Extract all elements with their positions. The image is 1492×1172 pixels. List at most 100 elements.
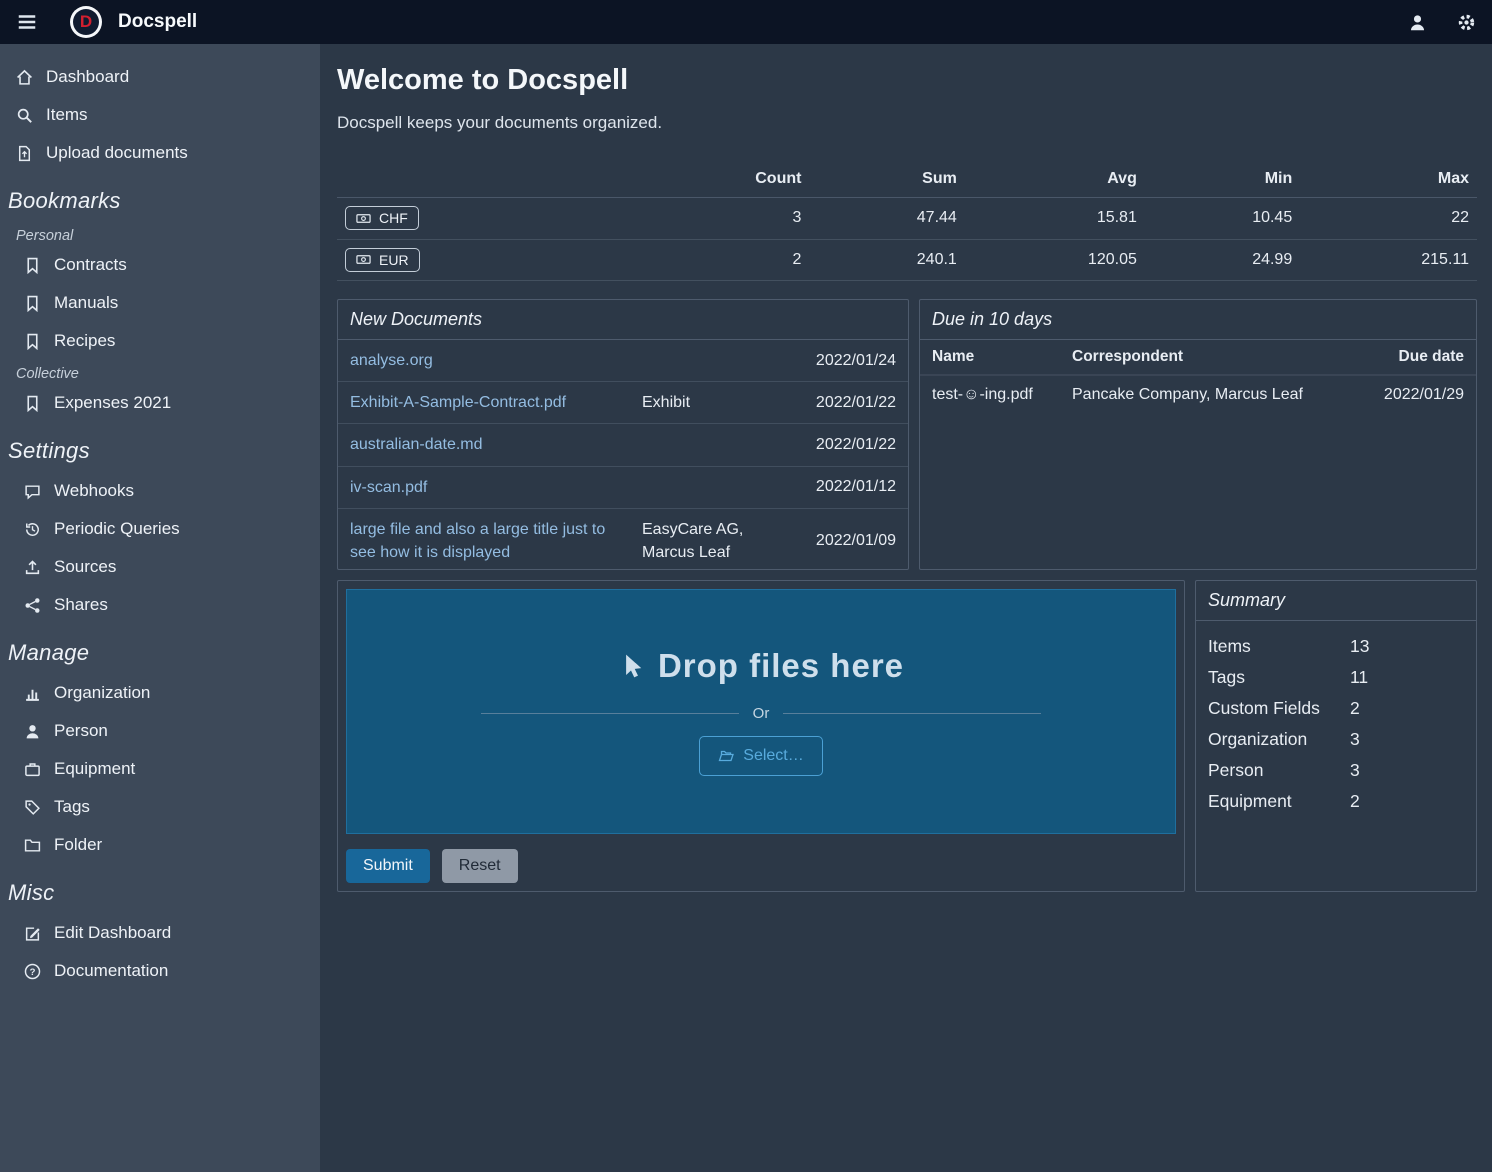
sidebar-section-settings: Settings bbox=[0, 422, 320, 472]
bookmark-icon bbox=[24, 295, 41, 312]
menu-toggle-icon[interactable] bbox=[16, 11, 38, 33]
due-table: Name Correspondent Due date test-☺-ing.p… bbox=[920, 340, 1476, 414]
mouse-pointer-icon bbox=[618, 653, 644, 679]
due-header-correspondent: Correspondent bbox=[1060, 340, 1366, 375]
sidebar-item-label: Upload documents bbox=[46, 143, 188, 163]
sidebar: Dashboard Items Upload documents Bookmar… bbox=[0, 44, 320, 1172]
question-circle-icon: ? bbox=[24, 963, 41, 980]
sidebar-item-items[interactable]: Items bbox=[0, 96, 320, 134]
list-item: Tags 11 bbox=[1208, 662, 1464, 693]
sidebar-item-label: Tags bbox=[54, 797, 90, 817]
sidebar-item-contracts[interactable]: Contracts bbox=[0, 246, 320, 284]
document-info: Exhibit bbox=[642, 391, 800, 414]
list-item: Person 3 bbox=[1208, 755, 1464, 786]
sidebar-item-label: Manuals bbox=[54, 293, 118, 313]
new-documents-panel: New Documents analyse.org 2022/01/24 Exh… bbox=[337, 299, 909, 570]
select-files-button[interactable]: Select… bbox=[699, 736, 822, 776]
sidebar-item-documentation[interactable]: ? Documentation bbox=[0, 952, 320, 990]
stats-header-empty bbox=[337, 161, 637, 198]
sidebar-item-organization[interactable]: Organization bbox=[0, 674, 320, 712]
sidebar-item-dashboard[interactable]: Dashboard bbox=[0, 58, 320, 96]
summary-value: 2 bbox=[1350, 791, 1360, 812]
summary-label: Custom Fields bbox=[1208, 698, 1350, 719]
select-files-label: Select… bbox=[743, 747, 803, 765]
due-panel-title: Due in 10 days bbox=[920, 300, 1476, 340]
stat-sum: 47.44 bbox=[809, 198, 964, 240]
sidebar-item-equipment[interactable]: Equipment bbox=[0, 750, 320, 788]
currency-label: CHF bbox=[379, 210, 408, 226]
sidebar-item-recipes[interactable]: Recipes bbox=[0, 322, 320, 360]
user-icon[interactable] bbox=[1408, 13, 1427, 32]
topbar: D Docspell bbox=[0, 0, 1492, 44]
money-bill-icon bbox=[356, 252, 371, 267]
list-item: iv-scan.pdf 2022/01/12 bbox=[338, 467, 908, 509]
tags-icon bbox=[24, 799, 41, 816]
list-item: large file and also a large title just t… bbox=[338, 509, 908, 573]
summary-value: 11 bbox=[1350, 667, 1368, 688]
stat-sum: 240.1 bbox=[809, 239, 964, 281]
bookmark-icon bbox=[24, 257, 41, 274]
person-icon bbox=[24, 723, 41, 740]
sidebar-item-label: Person bbox=[54, 721, 108, 741]
dropzone-title: Drop files here bbox=[618, 647, 904, 685]
currency-badge: CHF bbox=[345, 206, 419, 230]
sidebar-item-shares[interactable]: Shares bbox=[0, 586, 320, 624]
currency-badge: EUR bbox=[345, 248, 420, 272]
sidebar-item-label: Dashboard bbox=[46, 67, 129, 87]
sidebar-item-sources[interactable]: Sources bbox=[0, 548, 320, 586]
sidebar-section-manage: Manage bbox=[0, 624, 320, 674]
sidebar-item-folder[interactable]: Folder bbox=[0, 826, 320, 864]
comment-icon bbox=[24, 483, 41, 500]
sidebar-item-periodic-queries[interactable]: Periodic Queries bbox=[0, 510, 320, 548]
table-row: test-☺-ing.pdf Pancake Company, Marcus L… bbox=[920, 375, 1476, 414]
sidebar-item-edit-dashboard[interactable]: Edit Dashboard bbox=[0, 914, 320, 952]
new-documents-title: New Documents bbox=[338, 300, 908, 340]
list-item: australian-date.md 2022/01/22 bbox=[338, 424, 908, 466]
submit-button[interactable]: Submit bbox=[346, 849, 430, 883]
document-date: 2022/01/22 bbox=[800, 436, 896, 454]
search-icon bbox=[16, 107, 33, 124]
document-link[interactable]: australian-date.md bbox=[350, 433, 642, 456]
summary-label: Organization bbox=[1208, 729, 1350, 750]
stat-min: 10.45 bbox=[1145, 198, 1300, 240]
sidebar-item-upload-documents[interactable]: Upload documents bbox=[0, 134, 320, 172]
document-link[interactable]: analyse.org bbox=[350, 349, 642, 372]
file-dropzone[interactable]: Drop files here Or Select… bbox=[346, 589, 1176, 834]
svg-text:?: ? bbox=[30, 967, 36, 978]
bookmark-icon bbox=[24, 333, 41, 350]
due-date: 2022/01/29 bbox=[1366, 375, 1476, 414]
page-title: Welcome to Docspell bbox=[337, 64, 1477, 97]
table-row: CHF 3 47.44 15.81 10.45 22 bbox=[337, 198, 1477, 240]
gears-icon[interactable] bbox=[1457, 13, 1476, 32]
bookmarks-group-collective: Collective bbox=[0, 360, 320, 384]
sidebar-item-tags[interactable]: Tags bbox=[0, 788, 320, 826]
document-link[interactable]: Exhibit-A-Sample-Contract.pdf bbox=[350, 391, 642, 414]
reset-button[interactable]: Reset bbox=[442, 849, 518, 883]
list-item: Equipment 2 bbox=[1208, 786, 1464, 817]
stats-header-max: Max bbox=[1300, 161, 1477, 198]
chart-icon bbox=[24, 685, 41, 702]
sidebar-item-person[interactable]: Person bbox=[0, 712, 320, 750]
document-link[interactable]: large file and also a large title just t… bbox=[350, 518, 642, 564]
sidebar-item-webhooks[interactable]: Webhooks bbox=[0, 472, 320, 510]
sidebar-item-expenses-2021[interactable]: Expenses 2021 bbox=[0, 384, 320, 422]
table-row: EUR 2 240.1 120.05 24.99 215.11 bbox=[337, 239, 1477, 281]
document-info: EasyCare AG, Marcus Leaf bbox=[642, 518, 800, 564]
file-upload-icon bbox=[16, 145, 33, 162]
summary-value: 3 bbox=[1350, 760, 1360, 781]
sidebar-item-label: Sources bbox=[54, 557, 116, 577]
list-item: Organization 3 bbox=[1208, 724, 1464, 755]
app-logo-letter: D bbox=[73, 9, 99, 35]
due-document-link[interactable]: test-☺-ing.pdf bbox=[920, 375, 1060, 414]
stats-header-min: Min bbox=[1145, 161, 1300, 198]
sidebar-item-manuals[interactable]: Manuals bbox=[0, 284, 320, 322]
document-link[interactable]: iv-scan.pdf bbox=[350, 476, 642, 499]
summary-value: 13 bbox=[1350, 636, 1369, 657]
due-correspondent: Pancake Company, Marcus Leaf bbox=[1060, 375, 1366, 414]
stat-max: 22 bbox=[1300, 198, 1477, 240]
sidebar-section-bookmarks: Bookmarks bbox=[0, 172, 320, 222]
summary-label: Tags bbox=[1208, 667, 1350, 688]
briefcase-icon bbox=[24, 761, 41, 778]
edit-icon bbox=[24, 925, 41, 942]
folder-icon bbox=[24, 837, 41, 854]
